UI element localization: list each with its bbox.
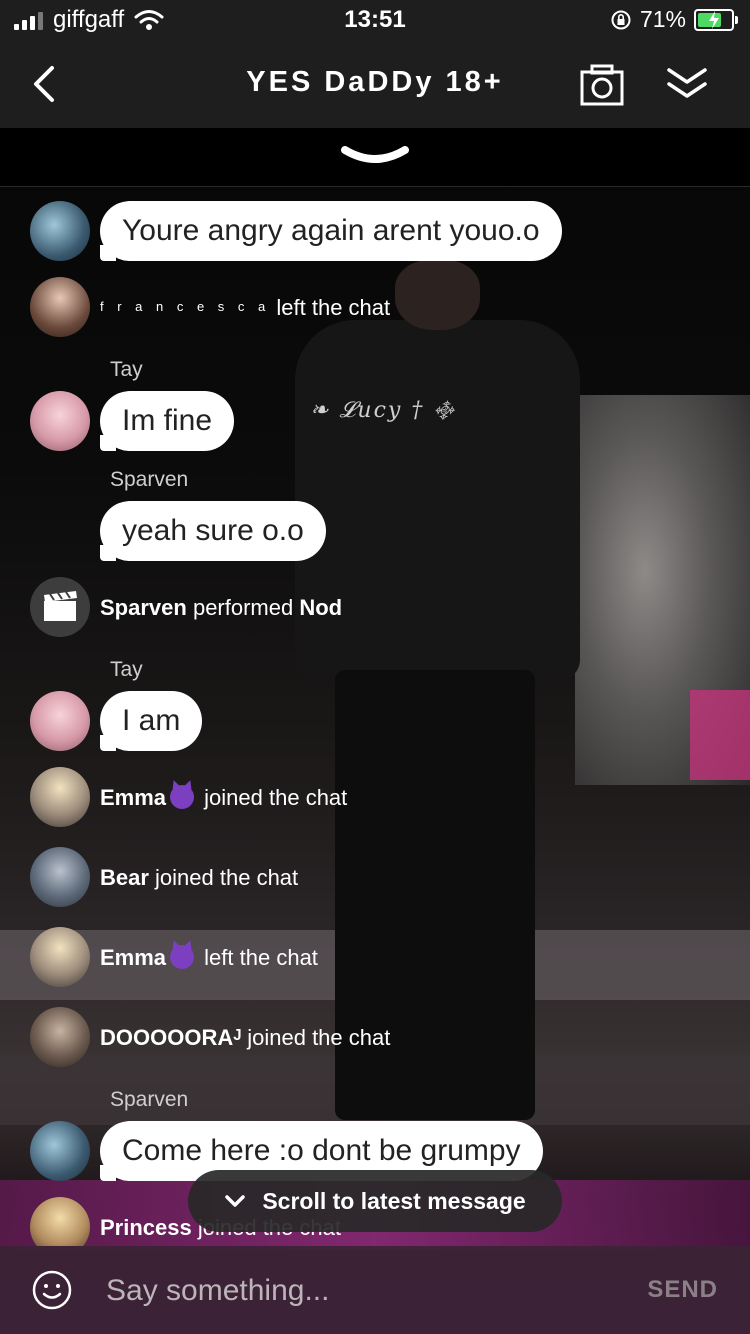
message-bubble: I am: [100, 691, 203, 751]
message-bubble: Youre angry again arent youo.o: [100, 201, 562, 261]
message-input-bar: SEND: [0, 1246, 750, 1334]
event-action: performed: [192, 595, 294, 620]
sender-name: Tay: [110, 358, 143, 381]
avatar[interactable]: [30, 691, 90, 751]
sender-name: Sparven: [110, 468, 189, 491]
double-chevron-down-icon: [667, 68, 707, 98]
chat-room-title: YES DaDDy 18+: [246, 66, 504, 98]
event-action: joined the chat: [155, 865, 299, 890]
sender-name: Sparven: [110, 1088, 189, 1111]
avatar[interactable]: [30, 201, 90, 261]
avatar[interactable]: [30, 1197, 90, 1246]
camera-button[interactable]: [580, 64, 624, 106]
clapperboard-icon: [30, 577, 90, 637]
collapse-chat-button[interactable]: [665, 64, 709, 106]
scroll-to-latest-button[interactable]: Scroll to latest message: [188, 1170, 562, 1232]
avatar[interactable]: [30, 1121, 90, 1181]
chat-message-list[interactable]: Youre angry again arent youo.o f r a n c…: [0, 186, 750, 1246]
chat-header: YES DaDDy 18+: [0, 44, 750, 128]
devil-emoji-icon: [170, 945, 195, 969]
event-username[interactable]: Emma: [100, 785, 166, 810]
avatar[interactable]: [30, 391, 90, 451]
event-username[interactable]: f r a n c e s c a: [100, 299, 270, 314]
devil-emoji-icon: [170, 785, 195, 809]
event-username[interactable]: DOOOOORAᴶ: [100, 1025, 241, 1050]
event-username[interactable]: Emma: [100, 945, 166, 970]
event-action: left the chat: [204, 945, 318, 970]
status-bar: giffgaff 13:51 71%: [0, 0, 750, 44]
sender-name: Tay: [110, 658, 143, 681]
chevron-down-icon: [341, 146, 409, 163]
camera-icon: [580, 64, 624, 106]
event-action: joined the chat: [247, 1025, 391, 1050]
chat-drawer-handle[interactable]: [0, 128, 750, 187]
avatar[interactable]: [30, 767, 90, 827]
send-button[interactable]: SEND: [647, 1276, 718, 1304]
avatar[interactable]: [30, 1007, 90, 1067]
battery-percent: 71%: [639, 6, 686, 32]
message-bubble: yeah sure o.o: [100, 501, 326, 561]
avatar[interactable]: [30, 927, 90, 987]
event-target: Nod: [299, 595, 343, 620]
chevron-down-icon: [225, 1195, 246, 1207]
event-username[interactable]: Sparven: [100, 595, 187, 620]
scroll-to-latest-label: Scroll to latest message: [262, 1187, 526, 1214]
avatar[interactable]: [30, 847, 90, 907]
event-username[interactable]: Bear: [100, 865, 149, 890]
event-username[interactable]: Princess: [100, 1215, 192, 1240]
message-input[interactable]: [104, 1266, 608, 1316]
emoji-button[interactable]: [32, 1270, 72, 1310]
event-action: left the chat: [276, 295, 391, 320]
avatar[interactable]: [30, 277, 90, 337]
battery-icon: [694, 8, 738, 31]
event-action: joined the chat: [204, 785, 348, 810]
orientation-lock-icon: [611, 10, 631, 29]
message-bubble: Im fine: [100, 391, 235, 451]
smiley-icon: [32, 1270, 72, 1310]
